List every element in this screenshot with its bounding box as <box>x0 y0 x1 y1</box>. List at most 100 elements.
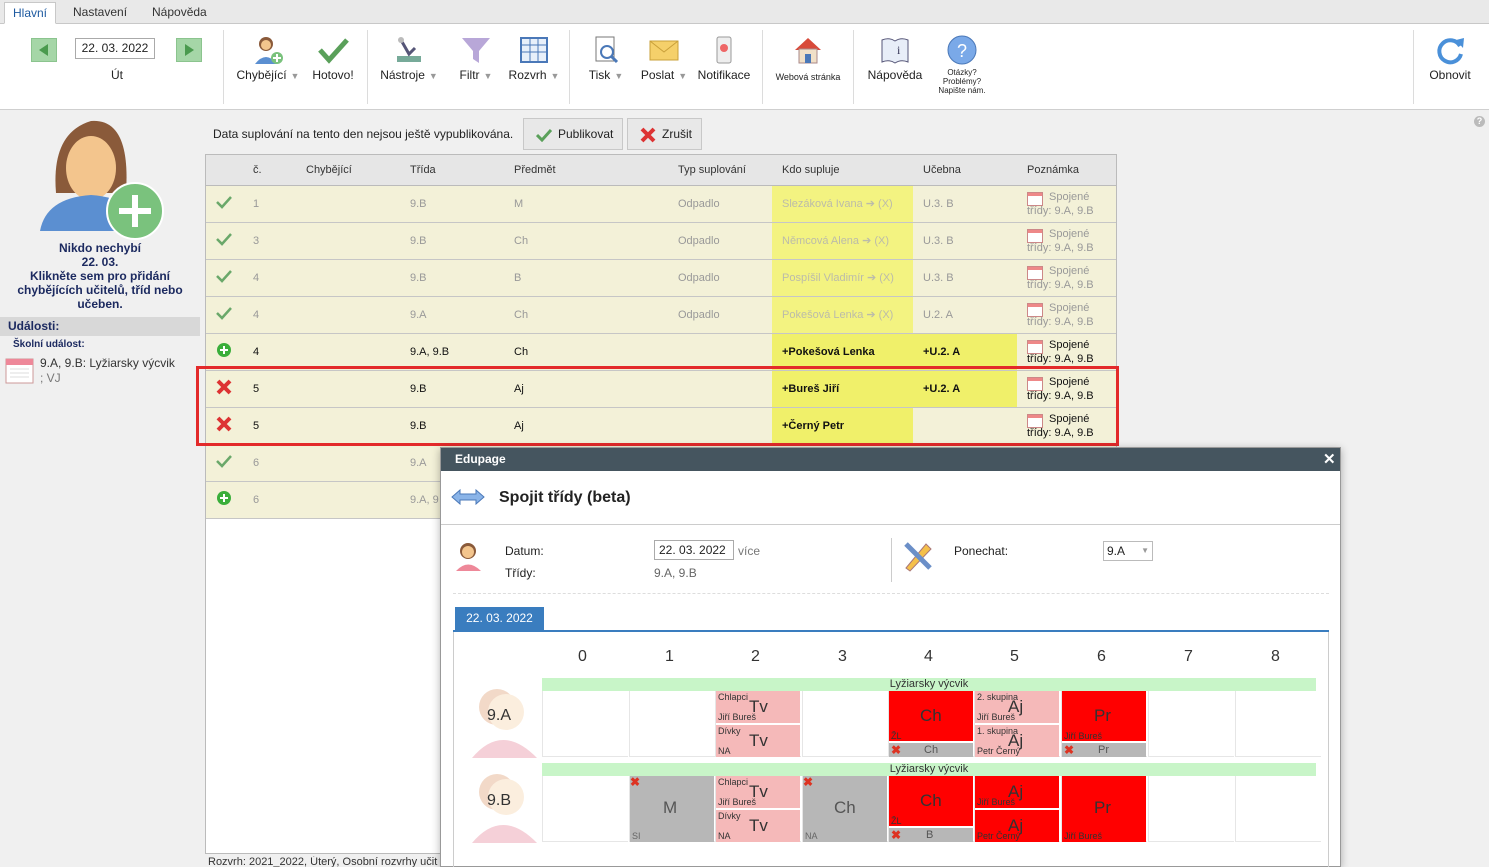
notifications-button[interactable]: Notifikace <box>696 28 752 106</box>
table-footer: Rozvrh: 2021_2022, Úterý, Osobní rozvrhy… <box>208 856 438 867</box>
publish-button[interactable]: Publikovat <box>523 118 623 150</box>
tab-date[interactable]: 22. 03. 2022 <box>455 607 544 630</box>
classes-value: 9.A, 9.B <box>654 566 697 580</box>
help-icon[interactable]: ? <box>1474 116 1485 127</box>
row-status[interactable] <box>206 259 243 297</box>
cell-substitute[interactable]: Němcová Alena ➔ (X) <box>772 222 913 260</box>
cell-absent <box>296 444 400 482</box>
header-subject[interactable]: Předmět <box>504 155 668 186</box>
cell-note[interactable]: Spojené třídy: 9.A, 9.B <box>1017 185 1116 223</box>
tab-nastaveni[interactable]: Nastavení <box>65 2 135 24</box>
separator <box>569 30 570 104</box>
header-note[interactable]: Poznámka <box>1017 155 1116 186</box>
cell-substitute[interactable]: Pokešová Lenka ➔ (X) <box>772 296 913 334</box>
contact-button[interactable]: ? Otázky? Problémy? Napište nám. <box>930 28 994 106</box>
cell-note[interactable]: Spojené třídy: 9.A, 9.B <box>1017 333 1116 371</box>
school-event-item[interactable]: 9.A, 9.B: Lyžiarsky výcvik; VJ <box>40 356 200 386</box>
lesson-teacher: Jiří Bureš <box>718 712 757 722</box>
cell-room[interactable]: U.2. A <box>913 296 1017 334</box>
lesson-teacher: ŽL <box>891 816 902 826</box>
header-number[interactable]: č. <box>243 155 296 186</box>
cell-number: 4 <box>243 333 296 371</box>
cell-room[interactable]: +U.2. A <box>913 333 1017 371</box>
row-status[interactable] <box>206 185 243 223</box>
table-row[interactable]: 3 9.B Ch Odpadlo Němcová Alena ➔ (X) U.3. B Sp… <box>206 222 1116 260</box>
add-absence-avatar[interactable] <box>36 113 166 241</box>
cell-room[interactable]: U.3. B <box>913 259 1017 297</box>
cell-substitute[interactable]: +Pokešová Lenka <box>772 333 913 371</box>
more-link[interactable]: více <box>738 544 760 558</box>
cancel-button[interactable]: Zrušit <box>627 118 702 150</box>
cell-type: Odpadlo <box>668 259 772 297</box>
dialog-date-input[interactable]: 22. 03. 2022 <box>654 540 734 560</box>
table-row[interactable]: 4 9.B B Odpadlo Pospíšil Vladimír ➔ (X) U.3. … <box>206 259 1116 297</box>
tab-napoveda[interactable]: Nápověda <box>144 2 215 24</box>
calendar-icon <box>5 357 35 385</box>
date-input[interactable]: 22. 03. 2022 <box>75 38 155 59</box>
table-row[interactable]: 1 9.B M Odpadlo Slezáková Ivana ➔ (X) U.3. BS… <box>206 185 1116 223</box>
cell-note[interactable]: Spojené třídy: 9.A, 9.B <box>1017 222 1116 260</box>
header-type[interactable]: Typ suplování <box>668 155 772 186</box>
header-substitute[interactable]: Kdo supluje <box>772 155 913 186</box>
row-status[interactable] <box>206 481 243 519</box>
close-icon <box>640 127 656 143</box>
cell-room[interactable]: U.3. B <box>913 185 1017 223</box>
cell-absent <box>296 481 400 519</box>
absent-button[interactable]: Chybějící ▼ <box>233 28 303 106</box>
timetable-button[interactable]: Rozvrh ▼ <box>506 28 562 106</box>
calendar-grid-icon <box>520 37 548 63</box>
prev-day-button[interactable] <box>31 38 57 62</box>
header-absent[interactable]: Chybějící <box>296 155 400 186</box>
cell-substitute[interactable]: Slezáková Ivana ➔ (X) <box>772 185 913 223</box>
send-button[interactable]: Poslat ▼ <box>638 28 690 106</box>
table-row[interactable]: 4 9.A Ch Odpadlo Pokešová Lenka ➔ (X) U.2. AS… <box>206 296 1116 334</box>
lesson-subject: B <box>926 829 934 841</box>
header-class[interactable]: Třída <box>400 155 504 186</box>
highlight-box <box>196 366 1119 446</box>
timetable-cell <box>1148 776 1234 842</box>
cell-subject: Ch <box>504 296 668 334</box>
cell-absent <box>296 333 400 371</box>
print-button[interactable]: Tisk ▼ <box>582 28 630 106</box>
tab-hlavni[interactable]: Hlavní <box>4 2 57 24</box>
cell-room[interactable]: U.3. B <box>913 222 1017 260</box>
period-header: 8 <box>1271 648 1280 665</box>
tools-icon <box>397 37 421 62</box>
cell-substitute[interactable]: Pospíšil Vladimír ➔ (X) <box>772 259 913 297</box>
cell-class: 9.B <box>400 185 504 223</box>
arrow-left-icon <box>39 44 48 56</box>
close-icon[interactable]: ✕ <box>1323 450 1336 468</box>
filter-button[interactable]: Filtr ▼ <box>452 28 500 106</box>
class-label: 9.A <box>487 707 512 724</box>
lesson-teacher: SI <box>632 831 641 841</box>
close-icon: ✖ <box>891 743 902 757</box>
classes-label: Třídy: <box>505 566 536 580</box>
school-event-label: Školní událost: <box>13 339 85 350</box>
lesson-teacher: NA <box>718 831 731 841</box>
period-header: 2 <box>751 648 760 665</box>
done-button[interactable]: Hotovo! <box>308 28 358 106</box>
divider <box>441 524 1340 525</box>
table-header-row: č. Chybějící Třída Předmět Typ suplování… <box>206 155 1116 186</box>
no-absence-message[interactable]: Nikdo nechybí 22. 03. Klikněte sem pro při… <box>6 241 194 311</box>
lesson-teacher: Jiří Bureš <box>1064 731 1103 741</box>
row-status[interactable] <box>206 296 243 334</box>
cell-note[interactable]: Spojené třídy: 9.A, 9.B <box>1017 296 1116 334</box>
keep-select[interactable]: 9.A ▼ <box>1103 541 1153 561</box>
row-status[interactable] <box>206 222 243 260</box>
website-button[interactable]: Webová stránka <box>770 28 846 106</box>
refresh-button[interactable]: Obnovit <box>1422 28 1478 106</box>
funnel-icon <box>462 38 490 63</box>
table-row[interactable]: 4 9.A, 9.B Ch +Pokešová Lenka +U.2. A Spojené… <box>206 333 1116 371</box>
lesson-subject: Pr <box>1094 798 1111 817</box>
period-header: 4 <box>924 648 933 665</box>
next-day-button[interactable] <box>176 38 202 62</box>
cell-note[interactable]: Spojené třídy: 9.A, 9.B <box>1017 259 1116 297</box>
close-icon: ✖ <box>630 775 641 789</box>
tools-button[interactable]: Nástroje ▼ <box>376 28 442 106</box>
row-status[interactable] <box>206 444 243 482</box>
row-status[interactable] <box>206 333 243 371</box>
header-room[interactable]: Učebna <box>913 155 1017 186</box>
lesson-teacher: Petr Černý <box>977 746 1021 756</box>
help-button[interactable]: i Nápověda <box>864 28 926 106</box>
